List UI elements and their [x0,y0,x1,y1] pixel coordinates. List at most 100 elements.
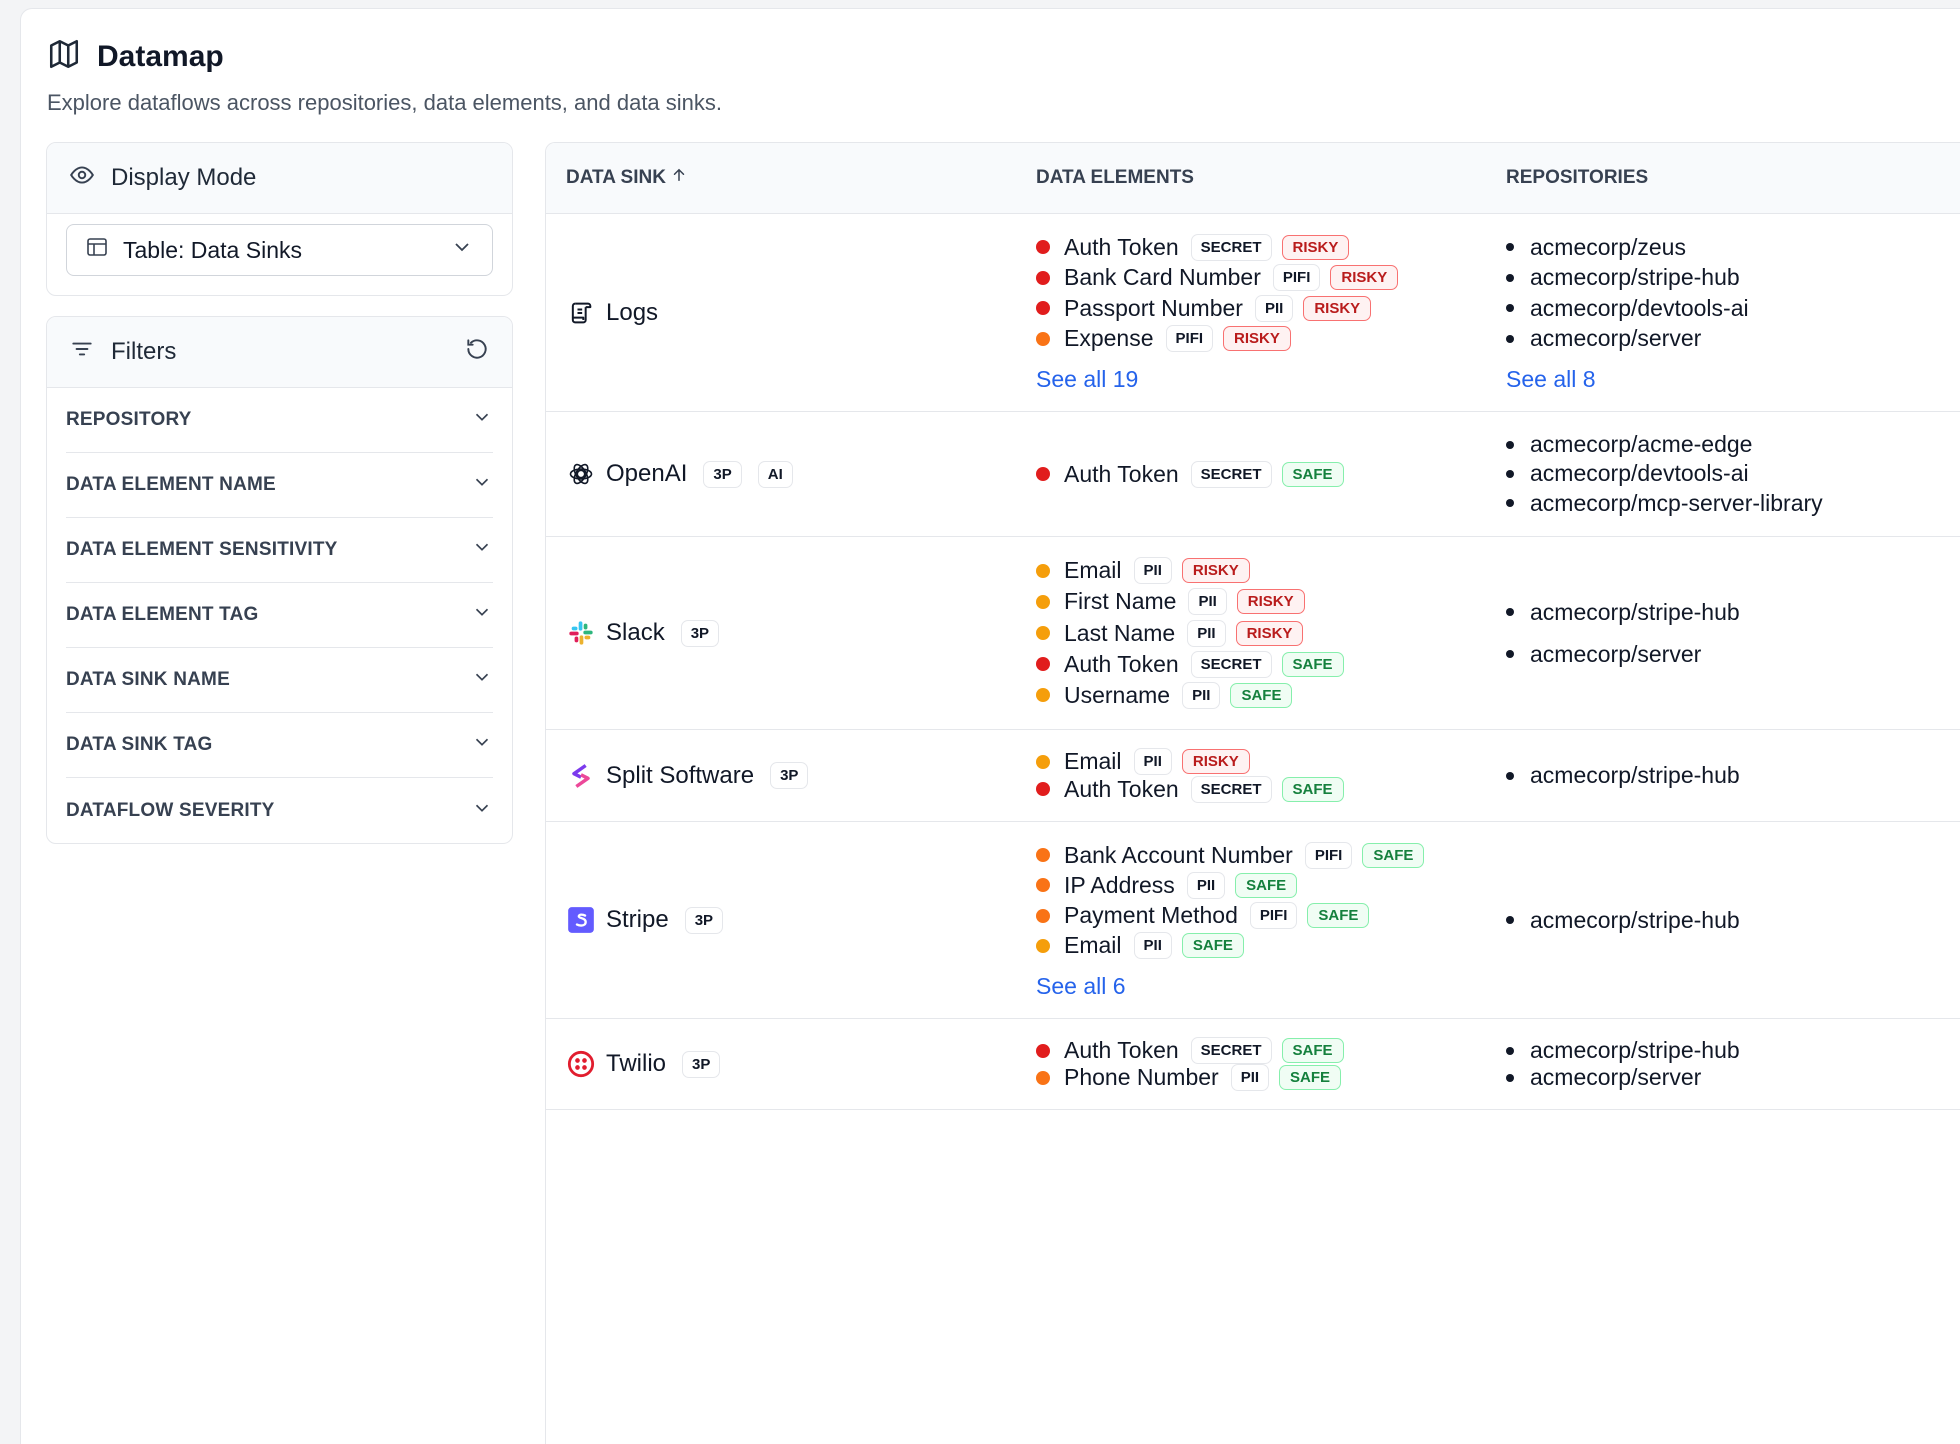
severity-dot [1036,240,1050,255]
column-header-data-elements[interactable]: DATA ELEMENTS [1016,167,1486,189]
repository-name: acmecorp/stripe-hub [1530,906,1740,933]
sensitivity-tag: PII [1133,748,1172,776]
table-row[interactable]: Split Software 3P Email PII RISKY Auth Token S… [546,730,1960,822]
status-badge: RISKY [1303,295,1372,321]
table-row[interactable]: Twilio 3P Auth Token SECRET SAFE Phone Number… [546,1019,1960,1110]
sink-name: Twilio [606,1050,667,1077]
severity-dot [1036,782,1050,797]
data-element-name: Expense [1064,325,1154,352]
bullet-icon [1506,334,1514,343]
page: Datamap Explore dataflows across reposit… [20,8,1960,1444]
slack-icon [566,618,596,648]
filter-label: DATA ELEMENT NAME [66,474,276,495]
sensitivity-tag: PIFI [1165,325,1214,353]
filter-label: DATA ELEMENT SENSITIVITY [66,539,338,560]
repository-item[interactable]: acmecorp/stripe-hub [1506,263,1960,294]
data-element-name: IP Address [1064,871,1175,898]
page-header: Datamap Explore dataflows across reposit… [47,37,722,116]
arrow-up-icon [670,166,688,190]
table-row[interactable]: Stripe 3P Bank Account Number PIFI SAFE IP Ad… [546,822,1960,1019]
filters-label: Filters [111,338,177,365]
repositories-cell: acmecorp/stripe-hub [1486,822,1960,1018]
status-badge: RISKY [1235,620,1304,646]
filter-data-sink-name[interactable]: DATA SINK NAME [66,648,493,713]
status-badge: SAFE [1279,1065,1342,1090]
sensitivity-tag: SECRET [1190,775,1272,803]
severity-dot [1036,938,1050,953]
sink-tag-chip: 3P [770,762,809,789]
data-element-item: Last Name PII RISKY [1036,617,1486,648]
table-row[interactable]: OpenAI 3P AI Auth Token SECRET SAFE acmecorp/a… [546,412,1960,537]
column-label: DATA SINK [566,167,666,188]
see-all-elements-link[interactable]: See all 19 [1036,366,1486,393]
bullet-icon [1506,608,1514,616]
severity-dot [1036,626,1050,640]
repositories-cell: acmecorp/acme-edge acmecorp/devtools-ai ac… [1486,412,1960,536]
status-badge: SAFE [1281,461,1344,487]
scroll-icon [566,298,596,328]
display-mode-panel: Display Mode Table: Data Sinks [46,142,513,296]
data-element-name: Username [1064,681,1171,708]
data-element-name: Email [1064,557,1122,584]
chevron-down-icon [471,471,493,499]
bullet-icon [1506,916,1514,924]
sink-name: OpenAI [606,460,688,487]
repository-item[interactable]: acmecorp/devtools-ai [1506,293,1960,324]
repository-name: acmecorp/acme-edge [1530,431,1753,458]
filter-repository[interactable]: REPOSITORY [66,388,493,453]
filter-data-sink-tag[interactable]: DATA SINK TAG [66,713,493,778]
severity-dot [1036,657,1050,672]
data-elements-cell: Email PII RISKY Auth Token SECRET SAFE [1016,730,1486,821]
filter-data-element-sensitivity[interactable]: DATA ELEMENT SENSITIVITY [66,518,493,583]
status-badge: RISKY [1181,558,1250,584]
sensitivity-tag: SECRET [1190,460,1272,488]
filter-list: REPOSITORY DATA ELEMENT NAME DATA ELEMENT … [47,388,512,843]
filter-data-element-tag[interactable]: DATA ELEMENT TAG [66,583,493,648]
repository-item[interactable]: acmecorp/zeus [1506,232,1960,263]
see-all-repositories-link[interactable]: See all 8 [1506,366,1960,393]
repository-item[interactable]: acmecorp/stripe-hub [1506,899,1960,941]
bullet-icon [1506,273,1514,282]
sink-cell: Logs [546,214,1016,411]
chevron-down-icon [471,797,493,825]
data-element-item: Expense PIFI RISKY [1036,324,1486,355]
openai-icon [566,459,596,489]
sensitivity-tag: PIFI [1249,902,1298,930]
repository-item[interactable]: acmecorp/stripe-hub [1506,755,1960,797]
filter-data-element-name[interactable]: DATA ELEMENT NAME [66,453,493,518]
repository-name: acmecorp/server [1530,325,1702,352]
display-mode-select[interactable]: Table: Data Sinks [66,224,493,276]
status-badge: RISKY [1181,749,1250,775]
repository-item[interactable]: acmecorp/server [1506,1064,1960,1091]
filter-dataflow-severity[interactable]: DATAFLOW SEVERITY [66,778,493,843]
bullet-icon [1506,771,1514,780]
column-header-data-sink[interactable]: DATA SINK [546,166,1016,190]
column-header-repositories[interactable]: REPOSITORIES [1486,167,1960,189]
repository-item[interactable]: acmecorp/server [1506,633,1960,675]
split-icon [566,761,596,791]
sink-name: Logs [606,298,659,326]
data-element-name: Last Name [1064,619,1176,646]
repository-item[interactable]: acmecorp/stripe-hub [1506,1037,1960,1064]
repository-item[interactable]: acmecorp/server [1506,324,1960,355]
table-row[interactable]: Logs Auth Token SECRET RISKY Bank Card Numbe… [546,214,1960,412]
twilio-icon [566,1049,596,1079]
sink-name: Slack [606,619,665,646]
sink-name: Stripe [606,906,669,933]
bullet-icon [1506,650,1514,658]
table-icon [85,235,109,265]
repository-item[interactable]: acmecorp/mcp-server-library [1506,489,1960,518]
status-badge: RISKY [1236,589,1305,615]
sink-tag-chip: 3P [680,619,720,647]
severity-dot [1036,270,1050,285]
status-badge: RISKY [1330,265,1399,291]
status-badge: RISKY [1281,234,1350,260]
sink-cell: Twilio 3P [546,1019,1016,1109]
repository-item[interactable]: acmecorp/stripe-hub [1506,591,1960,633]
reset-icon[interactable] [464,336,490,369]
see-all-elements-link[interactable]: See all 6 [1036,973,1486,1000]
data-elements-cell: Auth Token SECRET SAFE Phone Number PII SAFE [1016,1019,1486,1109]
repository-item[interactable]: acmecorp/acme-edge [1506,430,1960,459]
table-row[interactable]: Slack 3P Email PII RISKY First Name PII RISKY La… [546,537,1960,730]
repository-item[interactable]: acmecorp/devtools-ai [1506,459,1960,488]
